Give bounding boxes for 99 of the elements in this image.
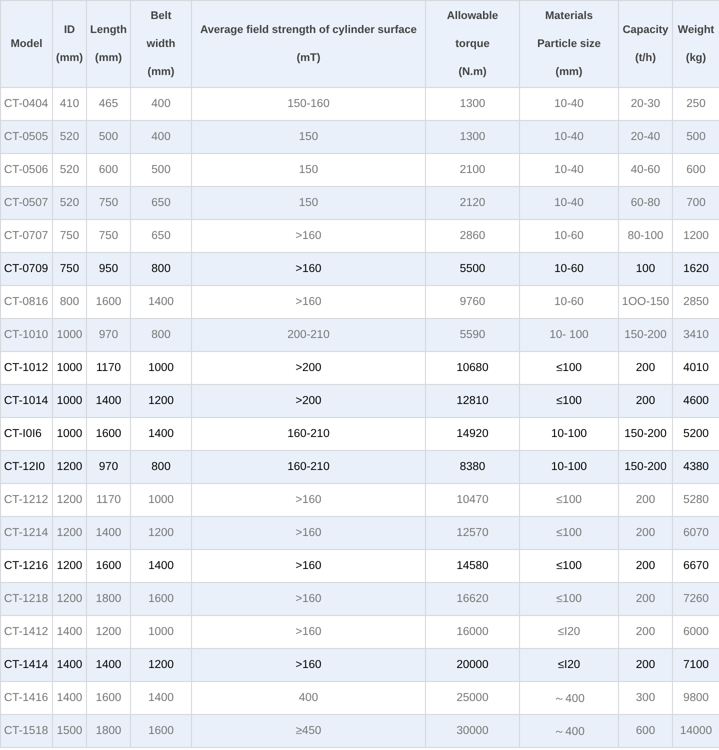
table-cell: 800 (130, 450, 192, 484)
table-cell: >160 (192, 582, 426, 616)
table-cell: 12810 (426, 384, 520, 418)
table-cell: 400 (130, 120, 192, 154)
table-cell: 1400 (86, 648, 130, 682)
table-cell: 7100 (672, 648, 719, 682)
table-cell: CT-1214 (0, 516, 52, 550)
table-cell: 200 (618, 648, 672, 682)
table-cell: 5500 (426, 252, 520, 286)
table-cell: 20000 (426, 648, 520, 682)
table-cell: 4380 (672, 450, 719, 484)
table-cell: 1000 (52, 384, 86, 418)
table-cell: 150 (192, 186, 426, 220)
column-header: ID (mm) (52, 0, 86, 88)
table-cell: 1600 (130, 582, 192, 616)
table-cell: 500 (86, 120, 130, 154)
table-cell: 1200 (130, 516, 192, 550)
table-cell: 950 (86, 252, 130, 286)
table-cell: 750 (52, 252, 86, 286)
table-cell: CT-0505 (0, 120, 52, 154)
table-cell: CT-1014 (0, 384, 52, 418)
table-cell: CT-0709 (0, 252, 52, 286)
column-header: Length (mm) (86, 0, 130, 88)
table-cell: ≤I20 (520, 648, 618, 682)
table-cell: 150-200 (618, 450, 672, 484)
table-cell: 200 (618, 384, 672, 418)
table-cell: 16620 (426, 582, 520, 616)
table-cell: 1400 (86, 516, 130, 550)
table-cell: 100 (618, 252, 672, 286)
table-cell: 10-40 (520, 186, 618, 220)
table-cell: >160 (192, 516, 426, 550)
table-cell: 650 (130, 186, 192, 220)
table-cell: 150 (192, 120, 426, 154)
column-header: Weight (kg) (672, 0, 719, 88)
table-cell: 200 (618, 582, 672, 616)
column-header: Average field strength of cylinder surface (mT) (192, 0, 426, 88)
table-cell: 970 (86, 450, 130, 484)
table-cell: 7260 (672, 582, 719, 616)
table-cell: 12570 (426, 516, 520, 550)
table-cell: 10-60 (520, 252, 618, 286)
table-cell: 1200 (52, 450, 86, 484)
table-cell: 1200 (130, 648, 192, 682)
table-cell: 8380 (426, 450, 520, 484)
table-cell: >160 (192, 648, 426, 682)
table-cell: 60-80 (618, 186, 672, 220)
table-cell: 500 (672, 120, 719, 154)
column-header: Belt width (mm) (130, 0, 192, 88)
table-cell: CT-1218 (0, 582, 52, 616)
table-cell: 970 (86, 318, 130, 352)
table-cell: ≥450 (192, 714, 426, 748)
table-cell: 1000 (52, 318, 86, 352)
table-cell: 3410 (672, 318, 719, 352)
table-cell: 10-40 (520, 120, 618, 154)
table-cell: CT-0507 (0, 186, 52, 220)
table-cell: 160-210 (192, 450, 426, 484)
table-cell: 1800 (86, 714, 130, 748)
table-cell: 5590 (426, 318, 520, 352)
table-cell: 1400 (52, 648, 86, 682)
table-cell: 800 (130, 318, 192, 352)
table-cell: 6070 (672, 516, 719, 550)
table-cell: 200 (618, 516, 672, 550)
table-cell: ≤100 (520, 582, 618, 616)
table-cell: CT-1414 (0, 648, 52, 682)
table-cell: 1800 (86, 582, 130, 616)
table-cell: ～400 (520, 714, 618, 748)
table-cell: 1400 (86, 384, 130, 418)
table-cell: 1600 (130, 714, 192, 748)
column-header: Capacity (t/h) (618, 0, 672, 88)
table-cell: 600 (618, 714, 672, 748)
table-cell: 2120 (426, 186, 520, 220)
table-cell: 14000 (672, 714, 719, 748)
table-cell: ≤100 (520, 516, 618, 550)
column-header: Allowable torque (N.m) (426, 0, 520, 88)
table-cell: 700 (672, 186, 719, 220)
table-cell: 750 (86, 186, 130, 220)
table-cell: 200-210 (192, 318, 426, 352)
table-cell: 1300 (426, 120, 520, 154)
table-cell: 520 (52, 186, 86, 220)
table-cell: CT-1010 (0, 318, 52, 352)
table-cell: 4600 (672, 384, 719, 418)
table-cell: 30000 (426, 714, 520, 748)
table-cell: >160 (192, 252, 426, 286)
table-cell: ≤100 (520, 384, 618, 418)
column-header: Materials Particle size (mm) (520, 0, 618, 88)
table-cell: 150-200 (618, 318, 672, 352)
table-cell: 1620 (672, 252, 719, 286)
table-cell: CT-1518 (0, 714, 52, 748)
table-cell: >200 (192, 384, 426, 418)
table-cell: 520 (52, 120, 86, 154)
table-cell: 1200 (52, 582, 86, 616)
table-cell: 1200 (130, 384, 192, 418)
table-cell: 800 (130, 252, 192, 286)
table-cell: 1200 (52, 516, 86, 550)
table-cell: 20-40 (618, 120, 672, 154)
table-cell: CT-12I0 (0, 450, 52, 484)
table-cell: 10- 100 (520, 318, 618, 352)
column-header: Model (0, 0, 52, 88)
table-cell: 10-100 (520, 450, 618, 484)
table-cell: 1500 (52, 714, 86, 748)
